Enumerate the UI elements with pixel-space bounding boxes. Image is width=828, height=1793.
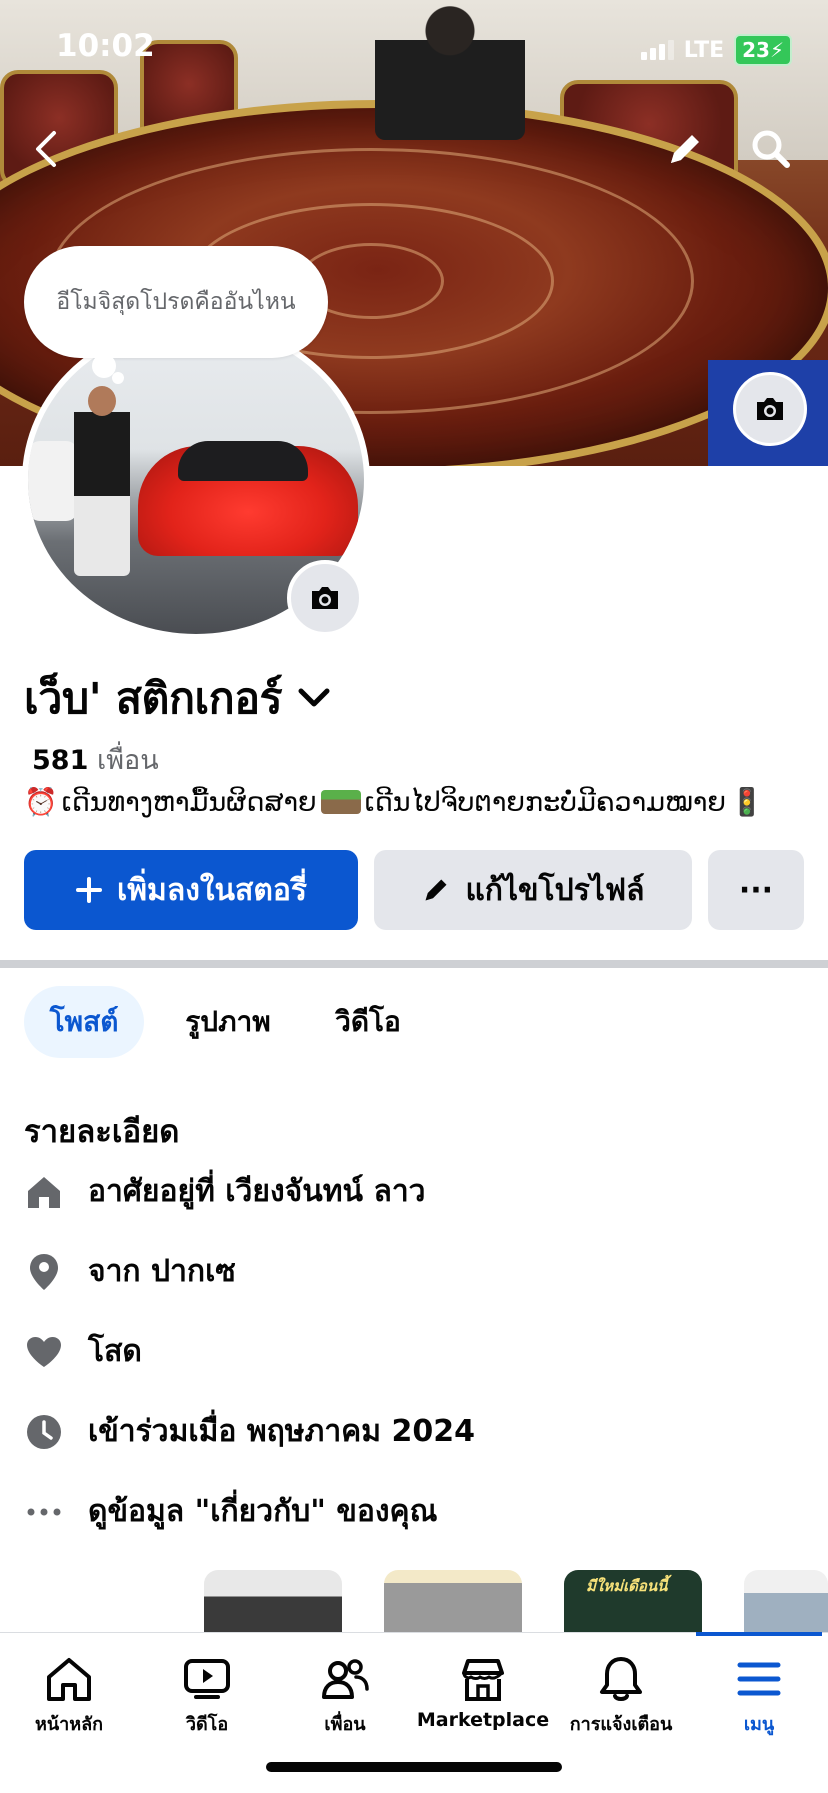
add-to-story-button[interactable]: เพิ่มลงในสตอรี่: [24, 850, 358, 930]
bio-text-2: ເດີນໄປຈິບຕາຍກະບໍ່ມີຄວາມໝາຍ: [364, 786, 726, 818]
detail-row-joined[interactable]: เข้าร่วมเมื่อ พฤษภาคม 2024: [24, 1408, 475, 1455]
status-time: 10:02: [56, 28, 155, 64]
pencil-icon: [425, 879, 447, 901]
details-heading: รายละเอียด: [24, 1114, 180, 1150]
detail-row-from[interactable]: จาก ปากเซ: [24, 1248, 236, 1295]
photo-thumbnail[interactable]: มีใหม่เดือนนี้: [564, 1570, 702, 1636]
tab-videos[interactable]: วิดีโอ: [310, 986, 426, 1058]
nav-menu[interactable]: เมนู: [690, 1655, 828, 1738]
chevron-left-icon: [36, 131, 56, 167]
photo-thumbnail[interactable]: [744, 1570, 828, 1636]
alarm-clock-emoji: ⏰: [24, 787, 58, 818]
nav-notifications-label: การแจ้งเตือน: [569, 1714, 673, 1735]
note-bubble[interactable]: อีโมจิสุดโปรดคืออันไหน: [24, 246, 328, 358]
pencil-icon: [671, 135, 699, 163]
more-dots-icon: ···: [738, 872, 774, 908]
profile-name-row[interactable]: เว็บ' สติกเกอร์: [24, 664, 332, 732]
nav-marketplace-label: Marketplace: [416, 1709, 550, 1731]
note-text: อีโมจิสุดโปรดคืออันไหน: [56, 289, 296, 315]
camera-icon: [757, 398, 783, 420]
more-options-button[interactable]: ···: [708, 850, 804, 930]
photo-thumbnail[interactable]: [384, 1570, 522, 1636]
friends-number: 581: [32, 745, 89, 776]
detail-text: เข้าร่วมเมื่อ พฤษภาคม 2024: [88, 1414, 475, 1449]
active-tab-indicator: [696, 1632, 822, 1636]
detail-row-relationship[interactable]: โสด: [24, 1328, 142, 1375]
bell-icon: [600, 1657, 642, 1701]
friends-count[interactable]: 581 เพื่อน: [32, 738, 159, 781]
home-icon: [47, 1658, 91, 1701]
profile-name: เว็บ' สติกเกอร์: [24, 674, 283, 724]
detail-text: ดูข้อมูล "เกี่ยวกับ" ของคุณ: [88, 1494, 438, 1529]
back-button[interactable]: [22, 124, 72, 174]
marketplace-icon: [462, 1659, 504, 1701]
nav-video-label: วิดีโอ: [185, 1714, 229, 1735]
battery-level: 23: [742, 38, 770, 62]
nav-notifications[interactable]: การแจ้งเตือน: [552, 1655, 690, 1738]
change-cover-button[interactable]: [733, 372, 807, 446]
nav-marketplace[interactable]: Marketplace: [414, 1655, 552, 1731]
profile-bio: ⏰ ເດີນທາງຫາມື້ນຜິດສາຍ ເດີນໄປຈິບຕາຍກະບໍ່ມ…: [24, 786, 764, 819]
nav-home-label: หน้าหลัก: [34, 1714, 104, 1735]
detail-text: โสด: [88, 1334, 142, 1369]
photo-thumbnail[interactable]: [204, 1570, 342, 1636]
nav-menu-label: เมนู: [743, 1714, 775, 1735]
traffic-light-emoji: 🚦: [730, 787, 764, 818]
tab-photos[interactable]: รูปภาพ: [164, 986, 292, 1058]
note-bubble-tail: [112, 372, 124, 384]
plus-icon: [76, 877, 103, 903]
edit-cover-button[interactable]: [660, 124, 710, 174]
detail-text: อาศัยอยู่ที่ เวียงจันทน์ ลาว: [88, 1174, 426, 1209]
friends-icon: [322, 1659, 369, 1699]
bio-text-1: ເດີນທາງຫາມື້ນຜິດສາຍ: [61, 786, 317, 818]
detail-text: จาก ปากเซ: [88, 1254, 236, 1289]
status-indicators: LTE 23⚡: [640, 34, 792, 66]
heart-icon: [24, 1332, 64, 1372]
home-icon: [24, 1172, 64, 1212]
menu-icon: [737, 1662, 781, 1696]
more-dots-icon: [24, 1492, 64, 1532]
clock-icon: [24, 1412, 64, 1452]
nav-friends-label: เพื่อน: [324, 1714, 366, 1735]
search-icon: [752, 130, 790, 168]
home-indicator: [266, 1762, 562, 1772]
edit-profile-label: แก้ไขโปรไฟล์: [465, 872, 645, 908]
detail-row-lives-in[interactable]: อาศัยอยู่ที่ เวียงจันทน์ ลาว: [24, 1168, 426, 1215]
video-icon: [184, 1659, 230, 1699]
location-pin-icon: [24, 1252, 64, 1292]
edit-profile-button[interactable]: แก้ไขโปรไฟล์: [374, 850, 692, 930]
detail-row-see-about[interactable]: ดูข้อมูล "เกี่ยวกับ" ของคุณ: [24, 1488, 437, 1535]
change-profile-picture-button[interactable]: [287, 560, 363, 636]
section-divider: [0, 960, 828, 968]
add-to-story-label: เพิ่มลงในสตอรี่: [117, 872, 307, 908]
railway-emoji: [320, 790, 361, 814]
nav-home[interactable]: หน้าหลัก: [0, 1655, 138, 1738]
search-button[interactable]: [746, 124, 796, 174]
thumbnail-caption: มีใหม่เดือนนี้: [586, 1577, 668, 1595]
battery-icon: 23⚡: [734, 34, 792, 66]
nav-video[interactable]: วิดีโอ: [138, 1655, 276, 1738]
network-label: LTE: [683, 37, 725, 63]
friends-label: เพื่อน: [96, 745, 159, 776]
chevron-down-icon[interactable]: [296, 686, 332, 710]
camera-icon: [312, 587, 338, 609]
tab-posts[interactable]: โพสต์: [24, 986, 144, 1058]
signal-icon: [640, 40, 674, 60]
nav-friends[interactable]: เพื่อน: [276, 1655, 414, 1738]
